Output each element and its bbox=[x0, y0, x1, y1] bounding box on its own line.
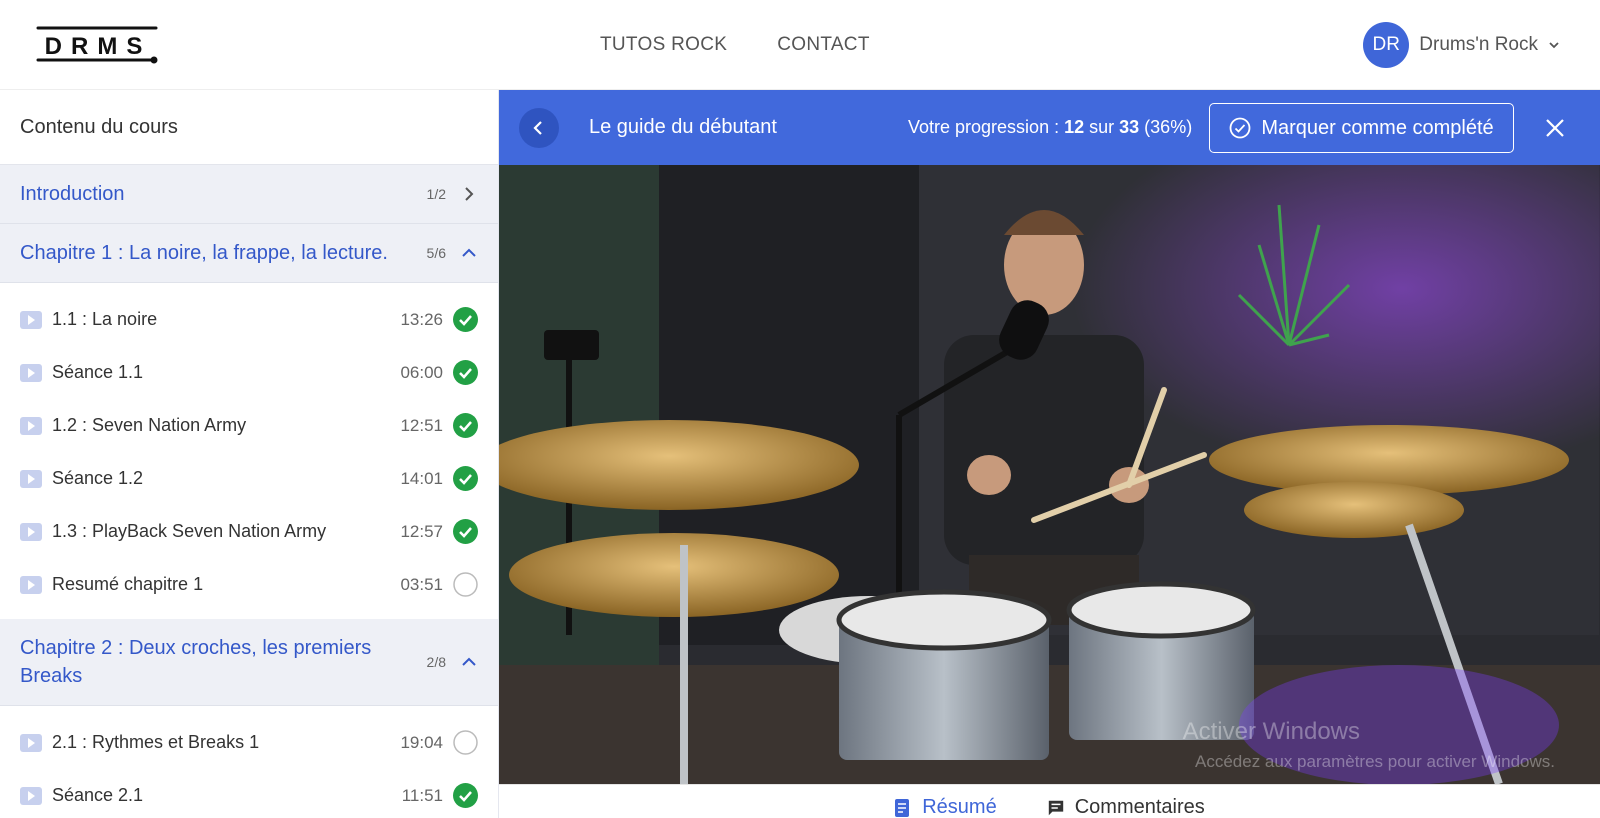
nav-link-contact[interactable]: CONTACT bbox=[777, 34, 870, 56]
lesson-duration: 19:04 bbox=[400, 732, 443, 752]
chapter-title: Chapitre 2 : Deux croches, les premiers … bbox=[20, 637, 372, 687]
chapter-count: 2/8 bbox=[426, 654, 446, 670]
close-button[interactable] bbox=[1539, 112, 1571, 144]
mark-complete-button[interactable]: Marquer comme complété bbox=[1209, 103, 1514, 153]
lesson-item[interactable]: Resumé chapitre 1 03:51 bbox=[0, 558, 498, 611]
check-circle-icon[interactable] bbox=[453, 413, 478, 438]
progress-total: 33 bbox=[1119, 117, 1140, 137]
lesson-title: 2.1 : Rythmes et Breaks 1 bbox=[52, 732, 260, 752]
check-circle-outline-icon bbox=[1229, 117, 1251, 139]
chapter-title: Chapitre 1 : La noire, la frappe, la lec… bbox=[20, 242, 388, 264]
chapter-count: 1/2 bbox=[426, 186, 446, 202]
check-circle-icon[interactable] bbox=[453, 519, 478, 544]
main-nav: TUTOS ROCK CONTACT bbox=[600, 0, 870, 90]
tab-commentaires[interactable]: Commentaires bbox=[1047, 784, 1205, 818]
progress-percent: (36%) bbox=[1144, 117, 1193, 137]
tab-label: Résumé bbox=[922, 796, 997, 818]
lesson-title: 1.3 : PlayBack Seven Nation Army bbox=[52, 521, 327, 541]
video-play-icon bbox=[20, 575, 42, 594]
chevron-left-icon bbox=[533, 121, 542, 135]
video-play-icon bbox=[20, 522, 42, 541]
lesson-item[interactable]: Séance 1.2 14:01 bbox=[0, 452, 498, 505]
progress-separator: sur bbox=[1089, 117, 1115, 137]
tab-resume[interactable]: Résumé bbox=[894, 784, 997, 818]
avatar: DR bbox=[1363, 22, 1410, 68]
chevron-up-icon bbox=[462, 657, 476, 666]
chapter-2[interactable]: Chapitre 2 : Deux croches, les premiers … bbox=[0, 619, 498, 706]
video-frame-image bbox=[499, 165, 1600, 784]
lesson-duration: 13:26 bbox=[400, 309, 443, 329]
chapter-count: 5/6 bbox=[426, 245, 446, 261]
lesson-duration: 11:51 bbox=[401, 785, 443, 805]
lesson-title: Séance 1.2 bbox=[52, 468, 144, 488]
chevron-up-icon bbox=[462, 248, 476, 257]
lesson-duration: 12:57 bbox=[400, 521, 443, 541]
top-navbar: DRMS TUTOS ROCK CONTACT DR Drums'n Rock bbox=[0, 0, 1600, 90]
empty-circle-icon[interactable] bbox=[453, 572, 478, 597]
lesson-duration: 12:51 bbox=[400, 415, 443, 435]
back-button[interactable] bbox=[519, 108, 559, 148]
chapter-title: Introduction bbox=[20, 183, 125, 205]
lesson-item[interactable]: 1.2 : Seven Nation Army 12:51 bbox=[0, 399, 498, 452]
lesson-title: 1.2 : Seven Nation Army bbox=[52, 415, 247, 435]
lesson-title: 1.1 : La noire bbox=[52, 309, 158, 329]
chevron-right-icon bbox=[465, 187, 474, 201]
chevron-down-icon bbox=[1549, 42, 1559, 49]
lesson-duration: 14:01 bbox=[400, 468, 443, 488]
comment-icon bbox=[1048, 800, 1063, 815]
empty-circle-icon[interactable] bbox=[453, 730, 478, 755]
video-play-icon bbox=[20, 469, 42, 488]
video-play-icon bbox=[20, 363, 42, 382]
user-menu[interactable]: DR Drums'n Rock bbox=[1363, 21, 1560, 69]
lesson-title: Séance 1.1 bbox=[52, 362, 144, 382]
lesson-item[interactable]: Séance 1.1 06:00 bbox=[0, 346, 498, 399]
lesson-item[interactable]: 1.1 : La noire 13:26 bbox=[0, 293, 498, 346]
lesson-duration: 06:00 bbox=[400, 362, 443, 382]
mark-complete-label: Marquer comme complété bbox=[1261, 116, 1494, 139]
video-play-icon bbox=[20, 786, 42, 805]
lesson-title: Resumé chapitre 1 bbox=[52, 574, 204, 594]
document-icon bbox=[895, 798, 910, 817]
user-name: Drums'n Rock bbox=[1419, 34, 1538, 55]
lesson-title: Séance 2.1 bbox=[52, 785, 144, 805]
lesson-item[interactable]: 1.3 : PlayBack Seven Nation Army 12:57 bbox=[0, 505, 498, 558]
check-circle-icon[interactable] bbox=[453, 307, 478, 332]
progress-text: Votre progression : 12 sur 33 (36%) bbox=[908, 90, 1192, 165]
logo-text: DRMS bbox=[45, 33, 152, 60]
close-icon bbox=[1546, 119, 1564, 137]
windows-watermark-subtitle: Accédez aux paramètres pour activer Wind… bbox=[1195, 752, 1555, 771]
lesson-duration: 03:51 bbox=[400, 574, 443, 594]
check-circle-icon[interactable] bbox=[453, 783, 478, 808]
lesson-title: Le guide du débutant bbox=[589, 116, 777, 138]
lesson-item[interactable]: 2.1 : Rythmes et Breaks 1 19:04 bbox=[0, 716, 498, 769]
chapter-2-lessons: 2.1 : Rythmes et Breaks 1 19:04 Séance 2… bbox=[0, 706, 498, 818]
video-play-icon bbox=[20, 310, 42, 329]
video-play-icon bbox=[20, 416, 42, 435]
lesson-item[interactable]: Séance 2.1 11:51 bbox=[0, 769, 498, 818]
lesson-header: Le guide du débutant Votre progression :… bbox=[499, 90, 1600, 165]
sidebar-title: Contenu du cours bbox=[0, 90, 498, 165]
video-play-icon bbox=[20, 733, 42, 752]
windows-watermark-title: Activer Windows bbox=[1182, 718, 1360, 745]
progress-done: 12 bbox=[1064, 117, 1085, 137]
chapter-1[interactable]: Chapitre 1 : La noire, la frappe, la lec… bbox=[0, 224, 498, 283]
check-circle-icon[interactable] bbox=[453, 360, 478, 385]
tab-label: Commentaires bbox=[1074, 796, 1205, 818]
progress-prefix: Votre progression : bbox=[908, 117, 1060, 137]
content-tabs: Résumé Commentaires bbox=[499, 784, 1600, 818]
chapter-introduction[interactable]: Introduction 1/2 bbox=[0, 165, 498, 224]
check-circle-icon[interactable] bbox=[453, 466, 478, 491]
chapter-1-lessons: 1.1 : La noire 13:26 Séance 1.1 06:00 1.… bbox=[0, 283, 498, 619]
drms-logo[interactable]: DRMS bbox=[36, 24, 160, 64]
nav-link-tutos-rock[interactable]: TUTOS ROCK bbox=[600, 34, 727, 56]
course-sidebar: Contenu du cours Introduction 1/2 Chapit… bbox=[0, 90, 499, 818]
video-player[interactable]: Activer Windows Accédez aux paramètres p… bbox=[499, 165, 1600, 784]
